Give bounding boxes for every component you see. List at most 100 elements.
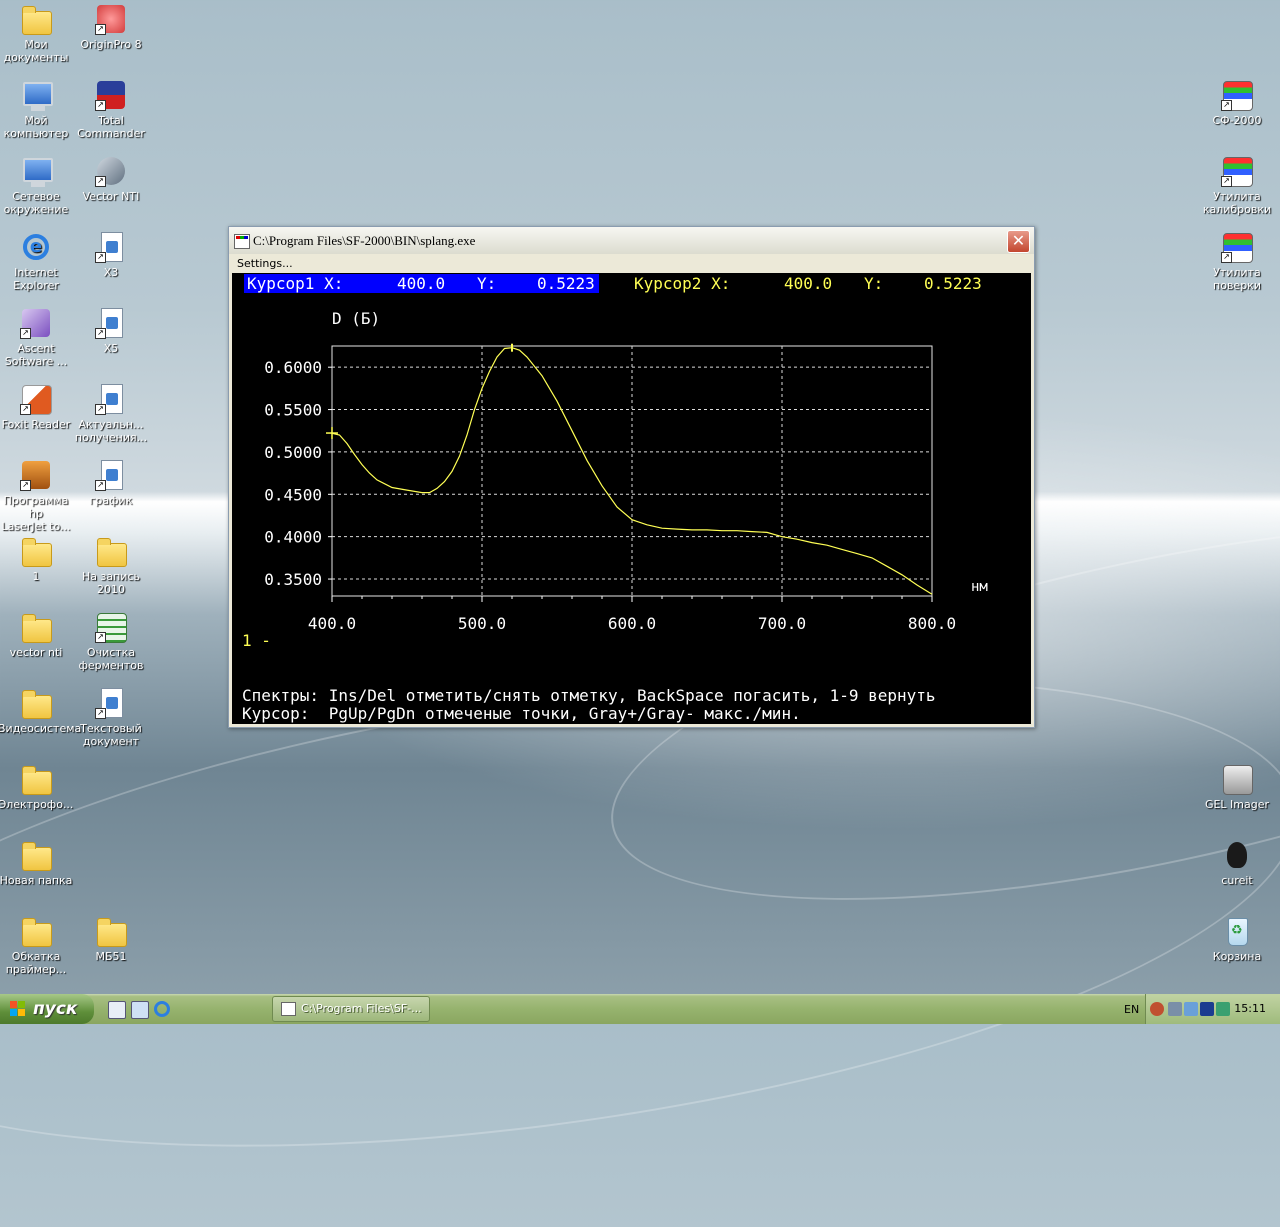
sf2000-icon: ↗	[1221, 79, 1253, 111]
desktop-icon-label: Очистка	[86, 646, 136, 659]
desktop-icon-right-4[interactable]: cureit	[1199, 839, 1275, 887]
taskbar-item-splang[interactable]: C:\Program Files\SF-...	[272, 996, 430, 1022]
desktop-icon-right-3[interactable]: GEL Imager	[1199, 763, 1275, 811]
cureit-icon	[1221, 839, 1253, 871]
desktop-icon-label: Сетевое	[12, 190, 60, 203]
start-label: пуск	[33, 999, 78, 1019]
y-tick-label: 0.3500	[264, 570, 322, 589]
desktop-icon-right-2[interactable]: ↗ Утилита поверки	[1199, 231, 1275, 292]
desktop-icon-left-22[interactable]: Обкатка праймер...	[0, 915, 74, 976]
desktop-icon-label: Software ...	[4, 355, 68, 368]
tray-expand-icon[interactable]	[1150, 1002, 1164, 1016]
x5-file-icon: ↗	[95, 307, 127, 339]
ascent-software-icon: ↗	[20, 307, 52, 339]
gel-imager-icon	[1221, 763, 1253, 795]
desktop-icon-label: GEL Imager	[1204, 798, 1270, 811]
desktop-icon-right-5[interactable]: Корзина	[1199, 915, 1275, 963]
desktop-icon-left-19[interactable]: ↗ Текстовый документ	[73, 687, 149, 748]
desktop-icon-label: Total	[98, 114, 124, 127]
desktop-icon-left-2[interactable]: Мой компьютер	[0, 79, 74, 140]
desktop-icon-left-4[interactable]: Сетевое окружение	[0, 155, 74, 216]
folder-icon	[20, 687, 52, 719]
settings-menu[interactable]: Settings...	[237, 257, 293, 270]
desktop-icon-left-3[interactable]: ↗ Total Commander	[73, 79, 149, 140]
desktop-icon-label: график	[89, 494, 133, 507]
tray-antivirus-icon[interactable]	[1216, 1002, 1230, 1016]
folder-icon	[20, 611, 52, 643]
hp-laserjet-icon: ↗	[20, 459, 52, 491]
desktop-icon-left-7[interactable]: ↗ X3	[73, 231, 149, 279]
desktop-icon-left-15[interactable]: На запись 2010	[73, 535, 149, 596]
vector-nti-icon: ↗	[95, 155, 127, 187]
desktop-icon-label: LaserJet to...	[1, 520, 71, 533]
desktop-icon-left-21[interactable]: Новая папка	[0, 839, 74, 887]
windows-logo-icon	[10, 1001, 26, 1017]
verification-utility-icon: ↗	[1221, 231, 1253, 263]
desktop-icon-left-8[interactable]: ↗ Ascent Software ...	[0, 307, 74, 368]
archive-folder-icon	[95, 535, 127, 567]
tray-app-icon[interactable]	[1184, 1002, 1198, 1016]
desktop-icon-label: компьютер	[3, 127, 69, 140]
spectrum-plot[interactable]: 0.6000 0.5500 0.5000 0.4500 0.4000 0.3500 400.…	[232, 273, 1031, 724]
desktop-icon-label: cureit	[1221, 874, 1253, 887]
system-tray: 15:11	[1145, 994, 1280, 1024]
desktop-icon-label: Электрофо...	[0, 798, 74, 811]
desktop-icon-label: Корзина	[1212, 950, 1262, 963]
title-bar[interactable]: C:\Program Files\SF-2000\BIN\splang.exe …	[229, 227, 1034, 254]
total-commander-icon: ↗	[95, 79, 127, 111]
internet-explorer-icon: e	[20, 231, 52, 263]
desktop-icon-label: 2010	[97, 583, 125, 596]
tray-network-icon[interactable]	[1168, 1002, 1182, 1016]
desktop-icon-label: СФ-2000	[1212, 114, 1262, 127]
desktop-icon-label: Foxit Reader	[1, 418, 71, 431]
desktop-icon-label: Explorer	[13, 279, 59, 292]
close-icon: ✕	[1011, 231, 1026, 250]
desktop-icon-left-16[interactable]: vector nti	[0, 611, 74, 659]
app-icon[interactable]	[234, 234, 250, 249]
splang-window[interactable]: C:\Program Files\SF-2000\BIN\splang.exe …	[228, 226, 1035, 728]
desktop-icon-left-23[interactable]: МБ51	[73, 915, 149, 963]
desktop-icon-label: документ	[82, 735, 140, 748]
close-button[interactable]: ✕	[1007, 230, 1030, 253]
desktop-icon-left-9[interactable]: ↗ X5	[73, 307, 149, 355]
folder-icon	[20, 535, 52, 567]
foxit-reader-icon: ↗	[20, 383, 52, 415]
menu-bar: Settings...	[229, 254, 1034, 272]
desktop-icon-left-13[interactable]: ↗ график	[73, 459, 149, 507]
desktop-icon-label: Vector NTI	[82, 190, 140, 203]
spreadsheet-icon: ↗	[95, 611, 127, 643]
document-icon: ↗	[95, 383, 127, 415]
folder-icon	[20, 763, 52, 795]
desktop-icon-left-6[interactable]: e Internet Explorer	[0, 231, 74, 292]
quicklaunch-app-icon[interactable]	[131, 1001, 149, 1019]
desktop-icon-left-5[interactable]: ↗ Vector NTI	[73, 155, 149, 203]
desktop-icon-left-1[interactable]: ↗ OriginPro 8	[73, 3, 149, 51]
desktop-icon-left-14[interactable]: 1	[0, 535, 74, 583]
desktop-icon-left-12[interactable]: ↗ Программа hp LaserJet to...	[0, 459, 74, 533]
desktop-icon-left-11[interactable]: ↗ Актуальн... получения...	[73, 383, 149, 444]
desktop-icon-left-20[interactable]: Электрофо...	[0, 763, 74, 811]
help-line-cursor: Курсор: PgUp/PgDn отмеченые точки, Gray+…	[242, 704, 801, 723]
clock[interactable]: 15:11	[1234, 1002, 1266, 1015]
tray-monitor-icon[interactable]	[1200, 1002, 1214, 1016]
desktop-icon-right-0[interactable]: ↗ СФ-2000	[1199, 79, 1275, 127]
start-button[interactable]: пуск	[0, 994, 94, 1024]
quicklaunch-notepad-icon[interactable]	[108, 1001, 126, 1019]
console-area[interactable]: Курсор1 X: 400.0 Y: 0.5223 Курсор2 X: 40…	[232, 273, 1031, 724]
app-icon	[281, 1002, 296, 1016]
quicklaunch-ie-icon[interactable]	[154, 1001, 170, 1017]
x-tick-label: 800.0	[908, 614, 956, 633]
desktop-icon-left-0[interactable]: Мои документы	[0, 3, 74, 64]
desktop-icon-label: окружение	[3, 203, 69, 216]
taskbar-item-label: C:\Program Files\SF-...	[301, 1002, 422, 1015]
desktop-icon-left-10[interactable]: ↗ Foxit Reader	[0, 383, 74, 431]
desktop-icon-left-17[interactable]: ↗ Очистка ферментов	[73, 611, 149, 672]
desktop-icon-label: Новая папка	[0, 874, 73, 887]
y-tick-label: 0.5000	[264, 443, 322, 462]
desktop-icon-label: Текстовый	[80, 722, 142, 735]
text-document-icon: ↗	[95, 687, 127, 719]
desktop-icon-right-1[interactable]: ↗ Утилита калибровки	[1199, 155, 1275, 216]
language-indicator[interactable]: EN	[1124, 1003, 1139, 1016]
desktop-icon-label: На запись	[82, 570, 140, 583]
desktop-icon-left-18[interactable]: Видеосистема	[0, 687, 81, 735]
